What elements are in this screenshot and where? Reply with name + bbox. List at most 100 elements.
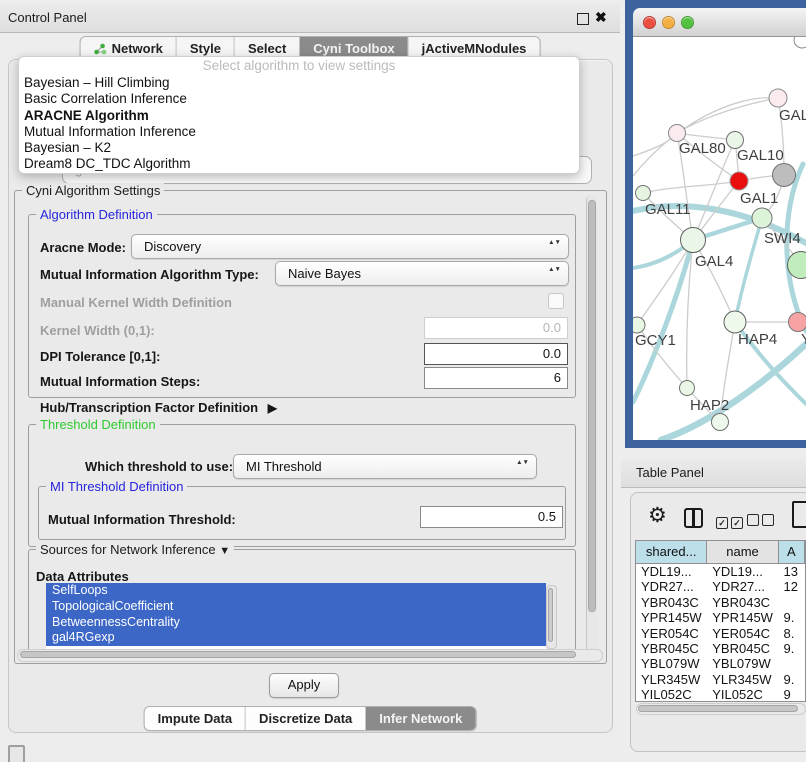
column-header-name[interactable]: name — [707, 541, 778, 563]
expand-right-icon: ▶ — [268, 401, 277, 415]
data-attributes-list[interactable]: SelfLoopsTopologicalCoefficientBetweenne… — [46, 583, 546, 649]
network-canvas-area[interactable]: GALGAL80GAL10GAL1GAL11SWI4GAL4GCY1HAP4YH… — [633, 36, 806, 440]
network-node[interactable] — [680, 381, 695, 396]
column-header-partial[interactable]: A — [779, 541, 805, 563]
table-row[interactable]: YBR043CYBR043C — [636, 595, 805, 610]
tab-impute-data[interactable]: Impute Data — [145, 707, 245, 730]
zoom-traffic-light[interactable] — [681, 16, 694, 29]
table-row[interactable]: YER054CYER054C8. — [636, 626, 805, 641]
network-node[interactable] — [669, 125, 686, 142]
gear-icon[interactable]: ⚙ — [648, 503, 667, 528]
minimized-panel-icon[interactable] — [8, 745, 25, 762]
select-all-icon[interactable]: ✓✓ — [716, 513, 746, 531]
network-window-titlebar[interactable] — [633, 8, 806, 37]
network-node[interactable] — [730, 172, 748, 190]
column-header-shared-name[interactable]: shared... — [636, 541, 707, 563]
float-window-icon[interactable] — [577, 13, 589, 25]
deselect-all-icon[interactable] — [747, 513, 777, 531]
scrollbar-thumb[interactable] — [548, 588, 553, 642]
table-cell — [779, 595, 805, 610]
network-node[interactable] — [636, 186, 651, 201]
control-panel-title: Control Panel — [8, 10, 87, 25]
attribute-list-item[interactable]: TopologicalCoefficient — [46, 599, 546, 615]
network-node[interactable] — [769, 89, 787, 107]
table-cell: YPR145W — [636, 610, 707, 625]
table-row[interactable]: YBL079WYBL079W — [636, 656, 805, 671]
tab-discretize-data[interactable]: Discretize Data — [245, 707, 365, 730]
sources-expander[interactable]: Sources for Network Inference ▼ — [36, 542, 234, 557]
network-edge[interactable] — [735, 218, 762, 322]
columns-icon[interactable] — [684, 508, 703, 528]
table-cell: YIL052C — [636, 687, 707, 702]
network-node[interactable] — [727, 132, 744, 149]
node-label: GAL10 — [737, 147, 784, 164]
table-row[interactable]: YPR145WYPR145W9. — [636, 610, 805, 625]
mi-steps-field[interactable]: 6 — [424, 367, 568, 389]
table-cell: YER054C — [636, 626, 707, 641]
tab-infer-network[interactable]: Infer Network — [365, 707, 475, 730]
node-table: shared... name A YDL19...YDL19...13YDR27… — [635, 540, 806, 702]
network-edge[interactable] — [787, 164, 806, 331]
network-edge[interactable] — [677, 98, 778, 133]
close-icon[interactable]: ✖ — [595, 9, 607, 26]
data-attributes-label: Data Attributes — [36, 569, 129, 584]
network-edge[interactable] — [643, 181, 739, 193]
table-cell: 9. — [779, 610, 805, 625]
settings-vertical-scrollbar[interactable] — [586, 196, 597, 654]
network-node[interactable] — [773, 164, 796, 187]
table-cell: 8. — [779, 626, 805, 641]
manual-kernel-width-checkbox[interactable] — [548, 293, 564, 309]
algorithm-option[interactable]: Dream8 DC_TDC Algorithm — [19, 156, 579, 172]
aracne-mode-combobox[interactable]: Discovery ▲▼ — [131, 234, 569, 259]
dpi-tolerance-field[interactable]: 0.0 — [424, 343, 568, 365]
mi-algorithm-type-combobox[interactable]: Naive Bayes ▲▼ — [275, 261, 569, 286]
scrollbar-thumb[interactable] — [638, 705, 798, 712]
network-node[interactable] — [752, 208, 772, 228]
attribute-list-item[interactable]: BetweennessCentrality — [46, 615, 546, 631]
node-label: GAL11 — [645, 201, 691, 218]
kernel-width-field[interactable]: 0.0 — [424, 317, 568, 339]
which-threshold-combobox[interactable]: MI Threshold ▲▼ — [233, 454, 537, 479]
algorithm-option[interactable]: Bayesian – Hill Climbing — [19, 75, 579, 91]
network-node[interactable] — [724, 311, 746, 333]
close-traffic-light[interactable] — [643, 16, 656, 29]
node-label: GCY1 — [635, 332, 676, 349]
scrollbar-thumb[interactable] — [20, 651, 576, 658]
cyni-algorithm-settings-label: Cyni Algorithm Settings — [22, 183, 164, 198]
table-row[interactable]: YLR345WYLR345W9. — [636, 672, 805, 687]
algorithm-definition-label: Algorithm Definition — [36, 207, 157, 222]
screen: Control Panel ✖ Network Style Select Cyn… — [0, 0, 806, 762]
mi-threshold-field[interactable]: 0.5 — [420, 506, 563, 528]
minimize-traffic-light[interactable] — [662, 16, 675, 29]
hub-definition-expander[interactable]: Hub/Transcription Factor Definition ▶ — [40, 400, 277, 415]
table-cell: YLR345W — [636, 672, 707, 687]
network-node[interactable] — [789, 313, 806, 332]
network-node[interactable] — [681, 228, 706, 253]
apply-button[interactable]: Apply — [269, 673, 339, 698]
network-node[interactable] — [794, 36, 806, 48]
algorithm-option[interactable]: Bayesian – K2 — [19, 140, 579, 156]
algorithm-option[interactable]: Mutual Information Inference — [19, 124, 579, 140]
network-canvas[interactable]: GALGAL80GAL10GAL1GAL11SWI4GAL4GCY1HAP4YH… — [633, 36, 806, 440]
stepper-icon: ▲▼ — [548, 239, 561, 246]
attribute-list-item[interactable]: SelfLoops — [46, 583, 546, 599]
attribute-list-item[interactable]: gal4RGexp — [46, 630, 546, 646]
network-node[interactable] — [712, 414, 729, 431]
settings-horizontal-scrollbar[interactable] — [17, 649, 603, 662]
function-builder-icon[interactable] — [792, 501, 806, 528]
node-label: GAL4 — [695, 253, 733, 270]
scrollbar-thumb[interactable] — [588, 200, 596, 612]
table-row[interactable]: YDR27...YDR27...12 — [636, 579, 805, 594]
table-horizontal-scrollbar[interactable] — [636, 703, 806, 715]
table-cell: 12 — [779, 579, 805, 594]
table-row[interactable]: YIL052CYIL052C9 — [636, 687, 805, 702]
table-row[interactable]: YBR045CYBR045C9. — [636, 641, 805, 656]
algorithm-option[interactable]: Basic Correlation Inference — [19, 91, 579, 107]
network-icon — [94, 43, 107, 55]
attributes-scrollbar[interactable] — [546, 585, 557, 649]
algorithm-option[interactable]: ARACNE Algorithm — [19, 108, 579, 124]
network-edge[interactable] — [637, 240, 693, 325]
table-row[interactable]: YDL19...YDL19...13 — [636, 564, 805, 579]
table-cell: YDR27... — [707, 579, 778, 594]
network-node[interactable] — [633, 317, 645, 333]
